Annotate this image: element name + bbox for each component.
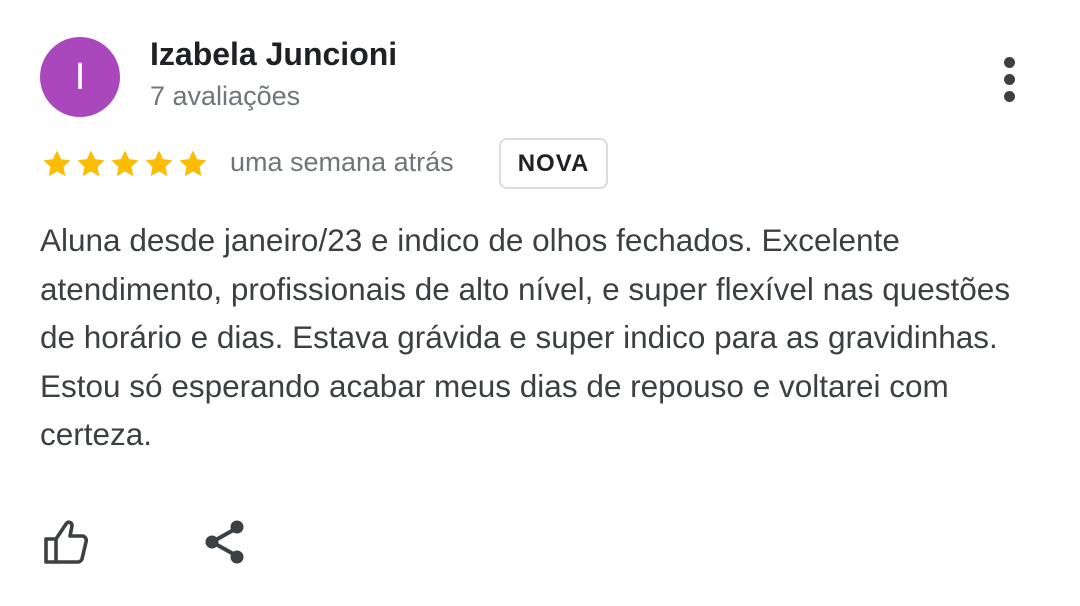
- share-button[interactable]: [200, 516, 252, 568]
- review-date: uma semana atrás: [230, 147, 454, 177]
- avatar[interactable]: I: [40, 37, 120, 117]
- star-icon: [77, 150, 105, 177]
- star-icon: [145, 150, 173, 177]
- review-count: 7 avaliações: [150, 81, 301, 111]
- like-button[interactable]: [38, 514, 94, 570]
- star-icon: [111, 150, 139, 177]
- more-options-button[interactable]: [990, 52, 1030, 108]
- avatar-initial: I: [74, 56, 86, 98]
- star-icon: [43, 150, 71, 177]
- star-rating: [40, 147, 210, 183]
- reviewer-name[interactable]: Izabela Juncioni: [150, 36, 397, 73]
- star-icon: [179, 150, 207, 177]
- review-card: I Izabela Juncioni 7 avaliações uma sema…: [0, 0, 1080, 606]
- share-icon: [205, 520, 244, 564]
- review-text: Aluna desde janeiro/23 e indico de olhos…: [40, 222, 1011, 452]
- thumbs-up-icon: [44, 520, 89, 564]
- new-badge: NOVA: [499, 138, 608, 189]
